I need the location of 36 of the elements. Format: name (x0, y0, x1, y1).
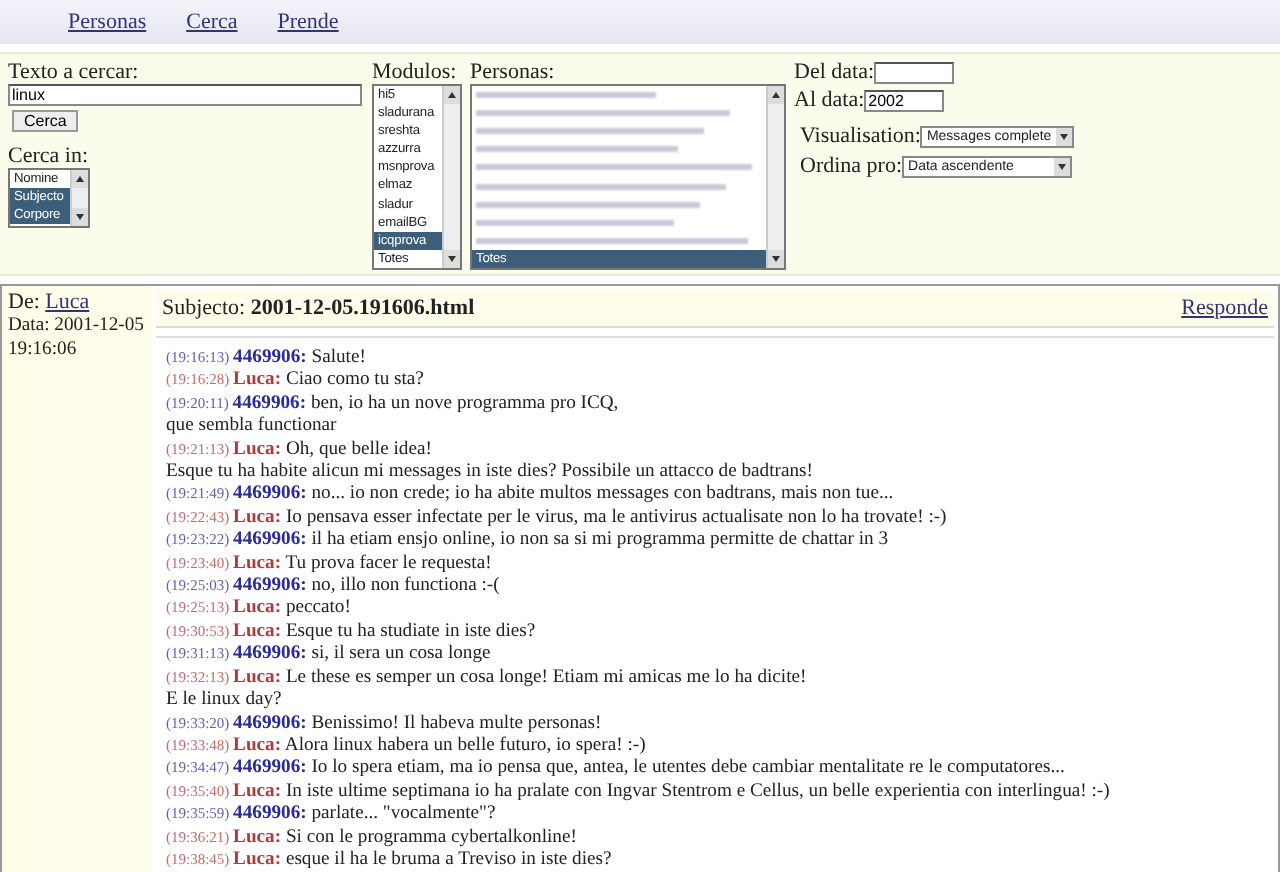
search-in-label: Cerca in: (8, 144, 89, 168)
subject-label: Subjecto: (162, 296, 248, 320)
sender-link[interactable]: Luca (45, 290, 90, 314)
visualisation-label: Visualisation: (800, 124, 921, 148)
scrollbar[interactable] (442, 86, 460, 268)
persons-label: Personas: (470, 60, 555, 84)
nav-link[interactable]: Cerca (186, 10, 238, 34)
search-field[interactable]: linux (8, 84, 362, 106)
dropdown-arrow-icon[interactable] (1054, 157, 1071, 175)
reply-link[interactable]: Responde (1181, 296, 1268, 320)
nav-link[interactable]: Personas (68, 10, 147, 34)
scrollbar[interactable] (766, 86, 784, 268)
down-arrow-icon[interactable] (768, 249, 784, 268)
chat-line: Esque tu ha habite alicun mi messages in iste dies? Possibile un attacco de badtrans! (166, 460, 815, 483)
up-arrow-icon[interactable] (72, 170, 88, 188)
from-label: De: (8, 290, 42, 314)
chat-line: que sembla functionar (166, 414, 339, 438)
search-button[interactable]: Cerca (12, 110, 79, 132)
message-date: Data: 2001-12-05 (8, 314, 146, 338)
message-time: 19:16:06 (8, 338, 79, 362)
dropdown-arrow-icon[interactable] (1056, 127, 1073, 145)
up-arrow-icon[interactable] (444, 86, 460, 104)
to-date-label: Al data: (794, 88, 865, 112)
down-arrow-icon[interactable] (72, 208, 88, 226)
nav-link[interactable]: Prende (277, 10, 339, 34)
modules-label: Modulos: (372, 60, 457, 84)
chat-line: E le linux day? (166, 688, 284, 711)
scrollbar[interactable] (70, 170, 88, 226)
down-arrow-icon[interactable] (444, 249, 460, 268)
from-date-field[interactable] (874, 61, 955, 83)
to-date-field[interactable]: 2002 (864, 89, 945, 111)
up-arrow-icon[interactable] (768, 86, 784, 104)
from-date-label: Del data: (794, 60, 875, 84)
search-label: Texto a cercar: (8, 60, 139, 84)
subject-text: 2001-12-05.191606.html (250, 296, 475, 320)
order-label: Ordina pro: (800, 154, 903, 178)
